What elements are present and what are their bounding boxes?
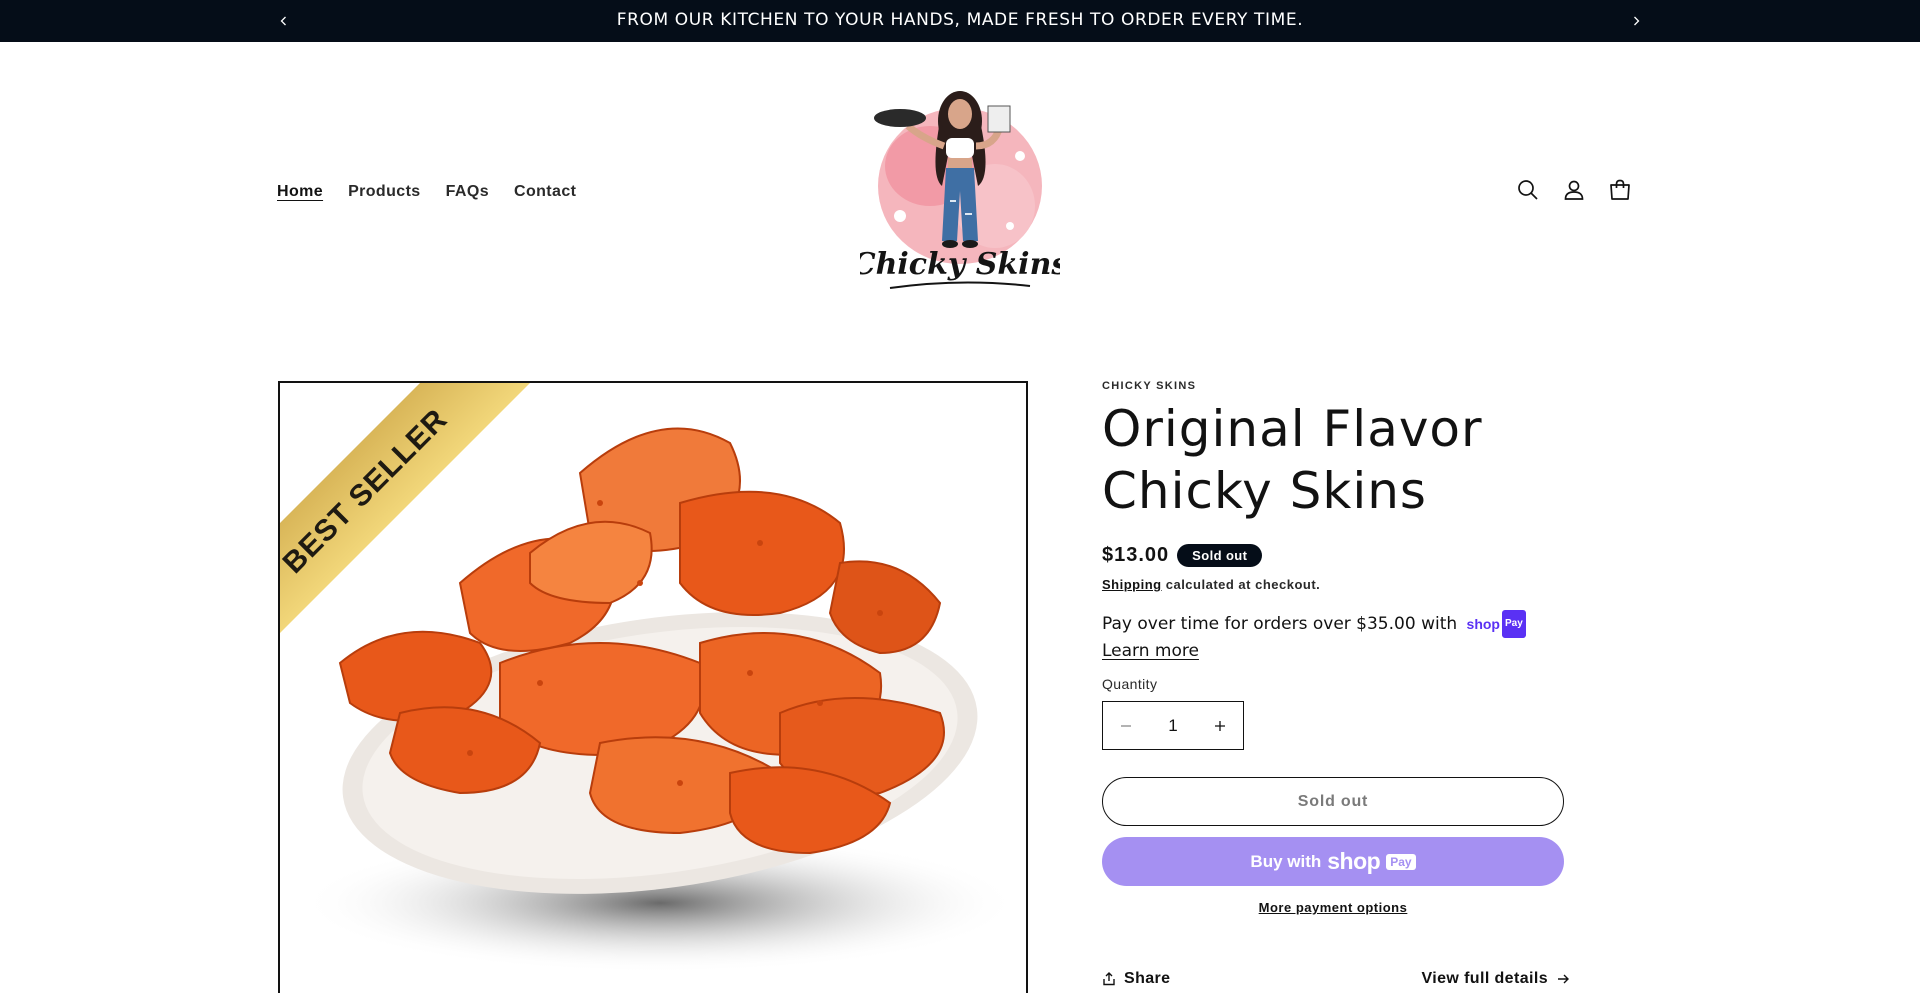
product-title-line1: Original Flavor [1102,400,1483,458]
cart-button[interactable] [1608,178,1632,202]
nav-home[interactable]: Home [277,183,323,201]
account-button[interactable] [1562,178,1586,202]
search-icon [1518,180,1538,200]
sold-out-button[interactable]: Sold out [1102,777,1564,826]
view-full-details-link[interactable]: View full details [1421,970,1570,988]
product-title: Original Flavor Chicky Skins [1102,398,1572,522]
shop-pay-button-shop: shop [1327,848,1381,874]
sold-out-badge: Sold out [1177,544,1263,567]
logo-illustration: Chicky Skins [852,91,1068,289]
store-logo[interactable]: Chicky Skins [852,66,1068,318]
announcement-next-button[interactable] [1626,11,1646,31]
quantity-label: Quantity [1102,676,1158,692]
logo-text: Chicky Skins [860,247,1060,282]
share-label: Share [1124,970,1171,987]
product-photo: BEST SELLER [280,383,1026,993]
minus-icon [1121,724,1131,727]
product-info: CHICKY SKINS Original Flavor Chicky Skin… [1102,380,1572,915]
shop-pay-installments: Pay over time for orders over $35.00 wit… [1102,610,1572,664]
chevron-right-icon [1634,16,1640,26]
announcement-bar: FROM OUR KITCHEN TO YOUR HANDS, MADE FRE… [0,0,1920,42]
product-vendor: CHICKY SKINS [1102,380,1197,392]
shop-pay-logo: shop Pay [1467,610,1526,638]
search-button[interactable] [1516,178,1540,202]
view-full-details-label: View full details [1421,970,1548,987]
share-button[interactable]: Share [1102,970,1170,988]
nav-faqs[interactable]: FAQs [446,183,489,201]
learn-more-link[interactable]: Learn more [1102,638,1199,664]
quantity-increase-button[interactable] [1197,702,1243,749]
plus-icon [1215,720,1225,731]
more-payment-options: More payment options [1102,900,1564,915]
shop-pay-pay: Pay [1502,610,1526,638]
shop-pay-button-pay: Pay [1386,853,1416,870]
shipping-note: Shipping calculated at checkout. [1102,577,1572,592]
installments-text: Pay over time for orders over $35.00 wit… [1102,614,1458,634]
shop-pay-word: shop [1466,616,1500,632]
price-row: $13.00 Sold out [1102,544,1572,567]
shipping-note-text: calculated at checkout. [1165,577,1321,592]
account-icon [1564,180,1584,200]
header-icons [1516,178,1632,202]
share-details-row: Share View full details [1102,970,1570,988]
quantity-stepper [1102,701,1244,750]
nav-contact[interactable]: Contact [514,183,576,201]
main-nav: Home Products FAQs Contact [277,183,576,201]
more-payment-options-link[interactable]: More payment options [1259,900,1408,915]
product-image[interactable]: BEST SELLER [278,381,1028,993]
product-title-line2: Chicky Skins [1102,462,1427,520]
nav-products[interactable]: Products [348,183,421,201]
buy-with-shop-pay-button[interactable]: Buy with shop Pay [1102,837,1564,886]
buy-with-text: Buy with [1250,851,1322,871]
arrow-right-icon [1558,974,1569,984]
shipping-link[interactable]: Shipping [1102,577,1162,592]
product-price: $13.00 [1102,544,1170,566]
quantity-decrease-button[interactable] [1103,702,1149,749]
cart-icon [1610,179,1630,200]
quantity-input[interactable] [1151,715,1195,736]
share-icon [1103,972,1115,986]
